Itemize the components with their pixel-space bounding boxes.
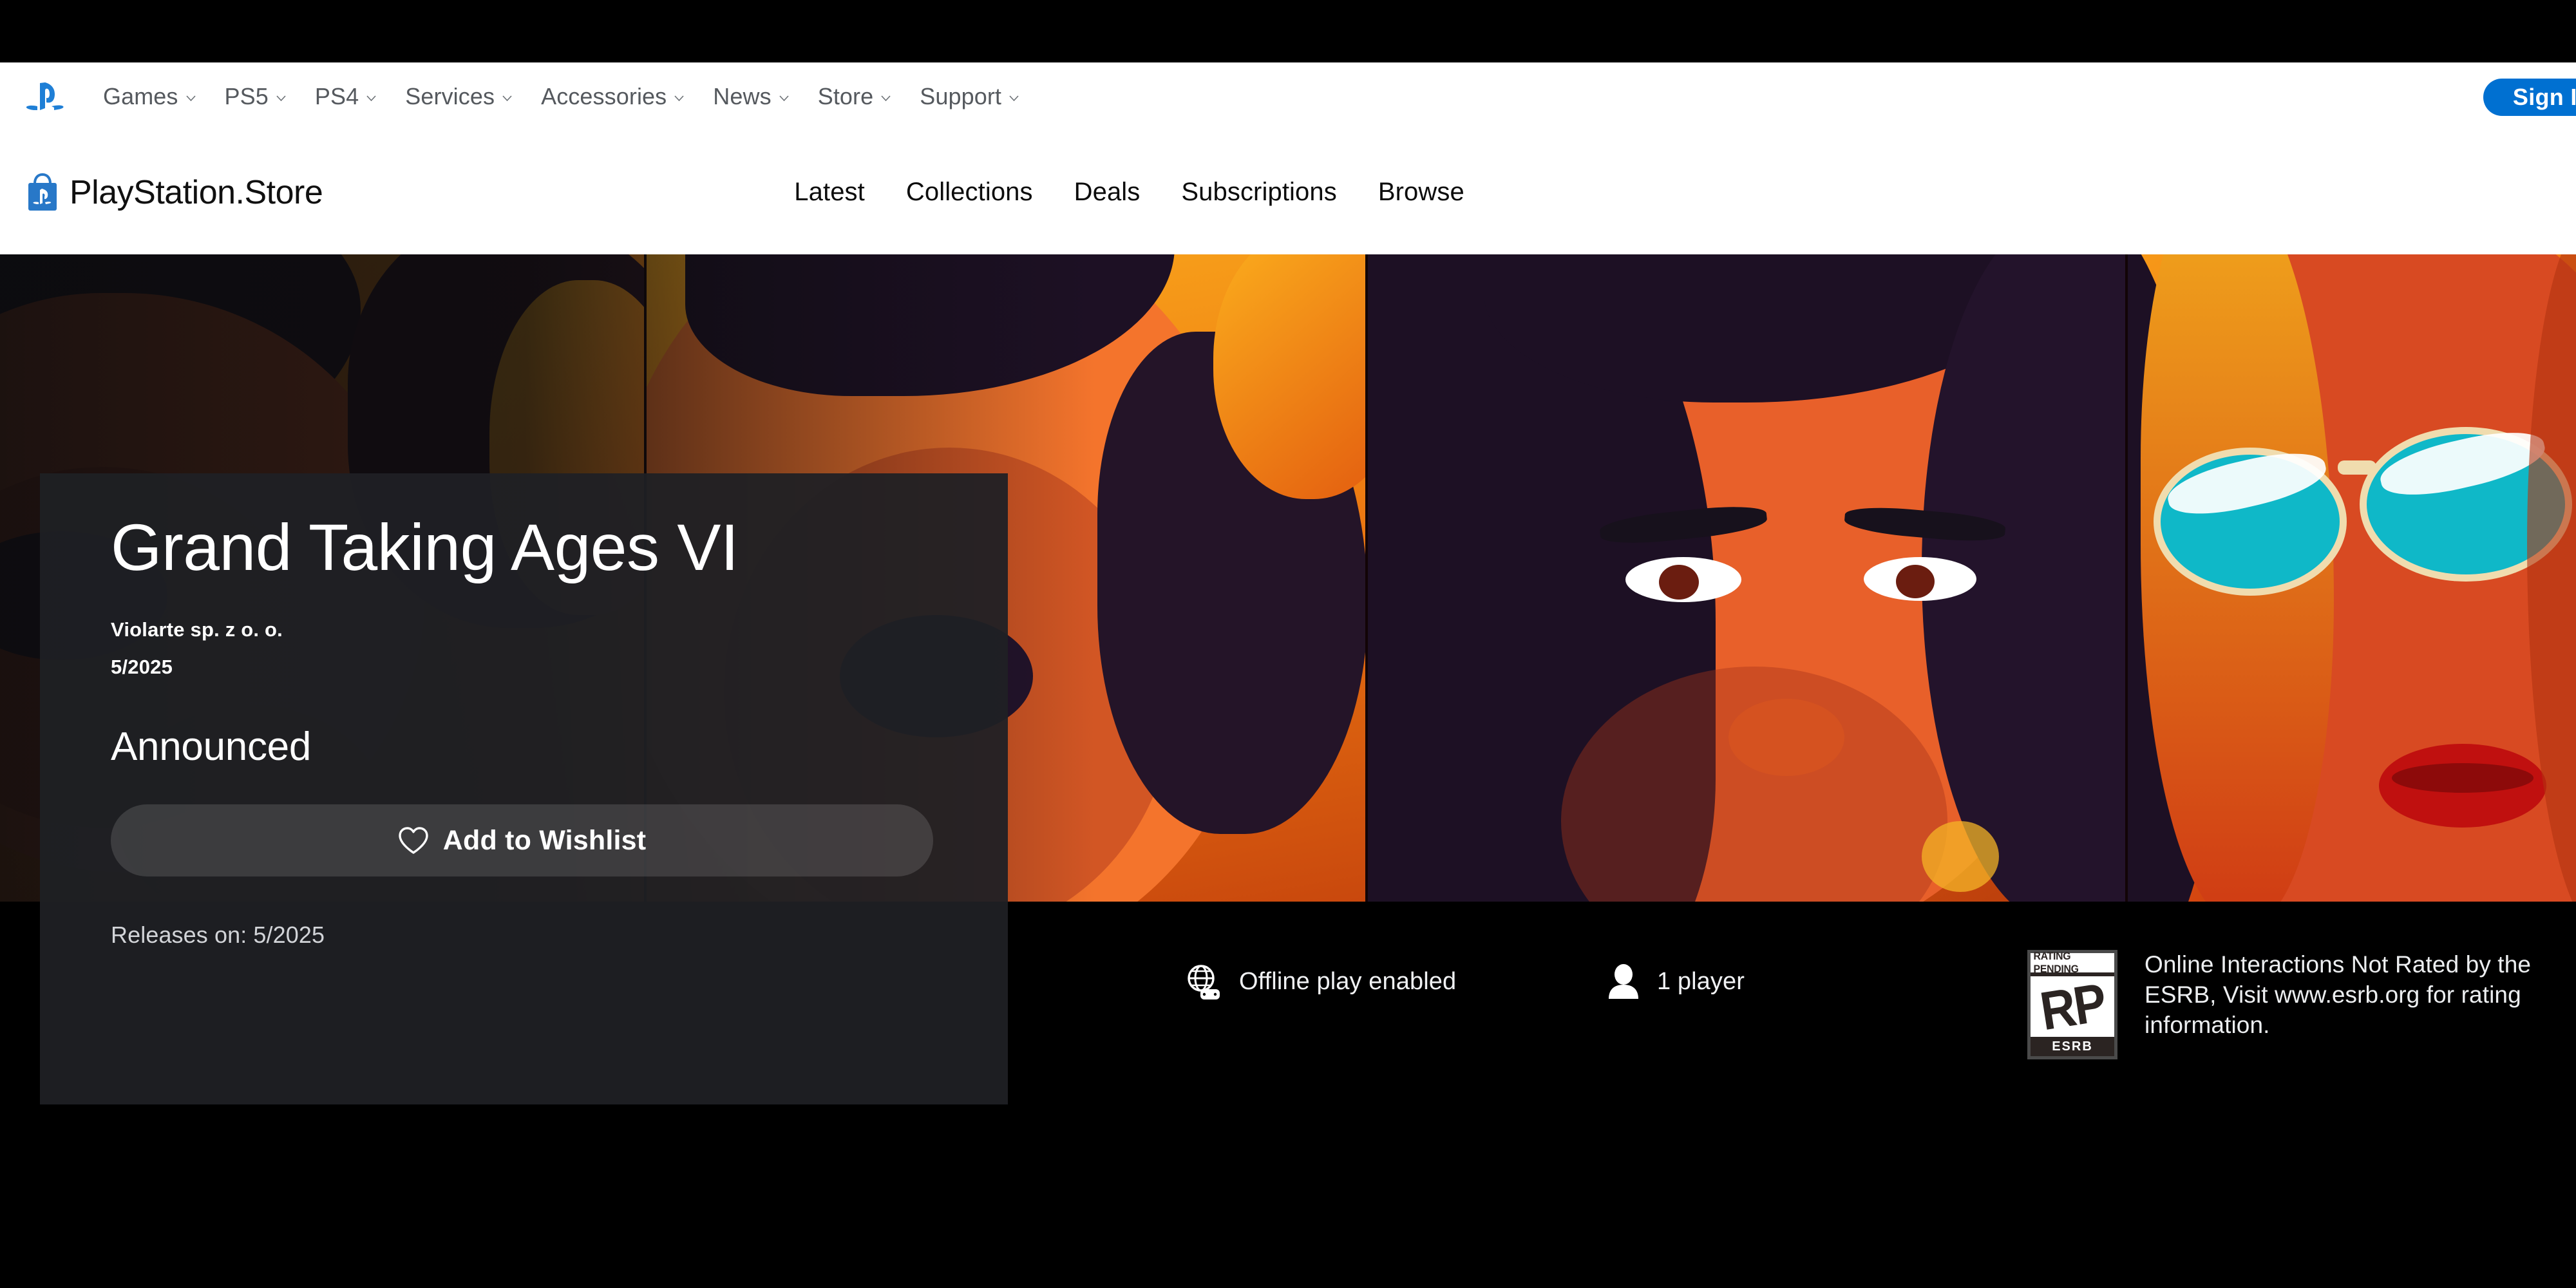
status-badge: Announced (111, 724, 312, 770)
chevron-down-icon (366, 93, 377, 104)
global-nav-links: Games PS5 PS4 Services Accessories News … (89, 83, 1034, 110)
nav-item-label: Games (103, 82, 178, 109)
esrb-disclaimer-text: Online Interactions Not Rated by the ESR… (2145, 951, 2532, 1038)
chevron-down-icon (880, 93, 891, 104)
nav-item-accessories[interactable]: Accessories (527, 83, 699, 110)
nav-item-label: PS4 (314, 82, 359, 109)
esrb-rating-block: RATING PENDING RP ESRB Online Interactio… (2027, 950, 2576, 1059)
globe-controller-icon (1185, 963, 1222, 1000)
feature-label: Offline play enabled (1239, 967, 1457, 995)
nav-item-games[interactable]: Games (89, 83, 211, 110)
store-wordmark-dot: . (235, 173, 245, 211)
esrb-badge-middle: RP (2031, 971, 2114, 1041)
esrb-wordmark: ESRB (2052, 1039, 2093, 1054)
esrb-rating-letters: RP (2036, 971, 2109, 1041)
esrb-badge-top: RATING PENDING (2031, 950, 2114, 976)
heart-icon (398, 826, 429, 855)
nav-item-store[interactable]: Store (804, 83, 906, 110)
nav-item-ps5[interactable]: PS5 (211, 83, 301, 110)
top-black-strip (0, 0, 2576, 62)
product-info-card: Grand Taking Ages VI Violarte sp. z o. o… (40, 473, 1008, 1104)
playstation-logo-icon[interactable] (26, 80, 66, 113)
nav-item-services[interactable]: Services (391, 83, 527, 110)
global-nav-row: Games PS5 PS4 Services Accessories News … (0, 62, 2576, 130)
nav-item-support[interactable]: Support (905, 83, 1034, 110)
releases-on-text: Releases on: 5/2025 (111, 922, 325, 949)
store-nav-links: Latest Collections Deals Subscriptions B… (773, 178, 1485, 207)
hero-panel-4 (2125, 254, 2576, 902)
playstation-store-page: Games PS5 PS4 Services Accessories News … (0, 0, 2576, 1288)
nav-item-news[interactable]: News (699, 83, 803, 110)
store-tab-latest[interactable]: Latest (773, 178, 886, 207)
nav-item-label: Accessories (541, 82, 667, 109)
esrb-badge-bottom: ESRB (2031, 1037, 2114, 1056)
store-wordmark-store: Store (244, 173, 323, 211)
chevron-down-icon (276, 93, 287, 104)
page-title: Grand Taking Ages VI (111, 511, 739, 584)
store-tab-deals[interactable]: Deals (1054, 178, 1161, 207)
nav-item-label: Services (405, 82, 495, 109)
nav-item-ps4[interactable]: PS4 (301, 83, 391, 110)
chevron-down-icon (502, 93, 513, 104)
nav-item-label: News (713, 82, 772, 109)
chevron-down-icon (185, 93, 196, 104)
feature-offline-play: Offline play enabled (1185, 963, 1456, 1000)
add-to-wishlist-button[interactable]: Add to Wishlist (111, 804, 933, 877)
wishlist-button-label: Add to Wishlist (442, 824, 647, 856)
store-tab-collections[interactable]: Collections (886, 178, 1054, 207)
store-tab-browse[interactable]: Browse (1358, 178, 1485, 207)
store-wordmark: PlayStation.Store (70, 173, 323, 212)
person-icon (1607, 963, 1640, 1000)
sign-in-button[interactable]: Sign In (2483, 79, 2576, 116)
store-bag-icon (26, 173, 59, 212)
chevron-down-icon (1009, 93, 1019, 104)
hero-panel-3 (1365, 254, 2125, 902)
character-illustration-4 (2128, 254, 2576, 902)
store-tab-subscriptions[interactable]: Subscriptions (1160, 178, 1357, 207)
publisher-name: Violarte sp. z o. o. (111, 618, 283, 641)
nav-item-label: PS5 (224, 82, 269, 109)
chevron-down-icon (674, 93, 685, 104)
playstation-store-logo[interactable]: PlayStation.Store (26, 173, 323, 212)
feature-label: 1 player (1657, 967, 1745, 995)
chevron-down-icon (779, 93, 790, 104)
nav-item-label: Support (920, 82, 1002, 109)
release-date-short: 5/2025 (111, 656, 173, 679)
store-navigation-row: PlayStation.Store Latest Collections Dea… (0, 130, 2576, 254)
feature-player-count: 1 player (1607, 963, 1745, 1000)
character-illustration-3 (1368, 254, 2125, 902)
global-navigation-bar: Games PS5 PS4 Services Accessories News … (0, 62, 2576, 254)
esrb-badge-icon: RATING PENDING RP ESRB (2027, 950, 2117, 1059)
nav-item-label: Store (817, 82, 874, 109)
store-wordmark-playstation: PlayStation (70, 173, 236, 211)
